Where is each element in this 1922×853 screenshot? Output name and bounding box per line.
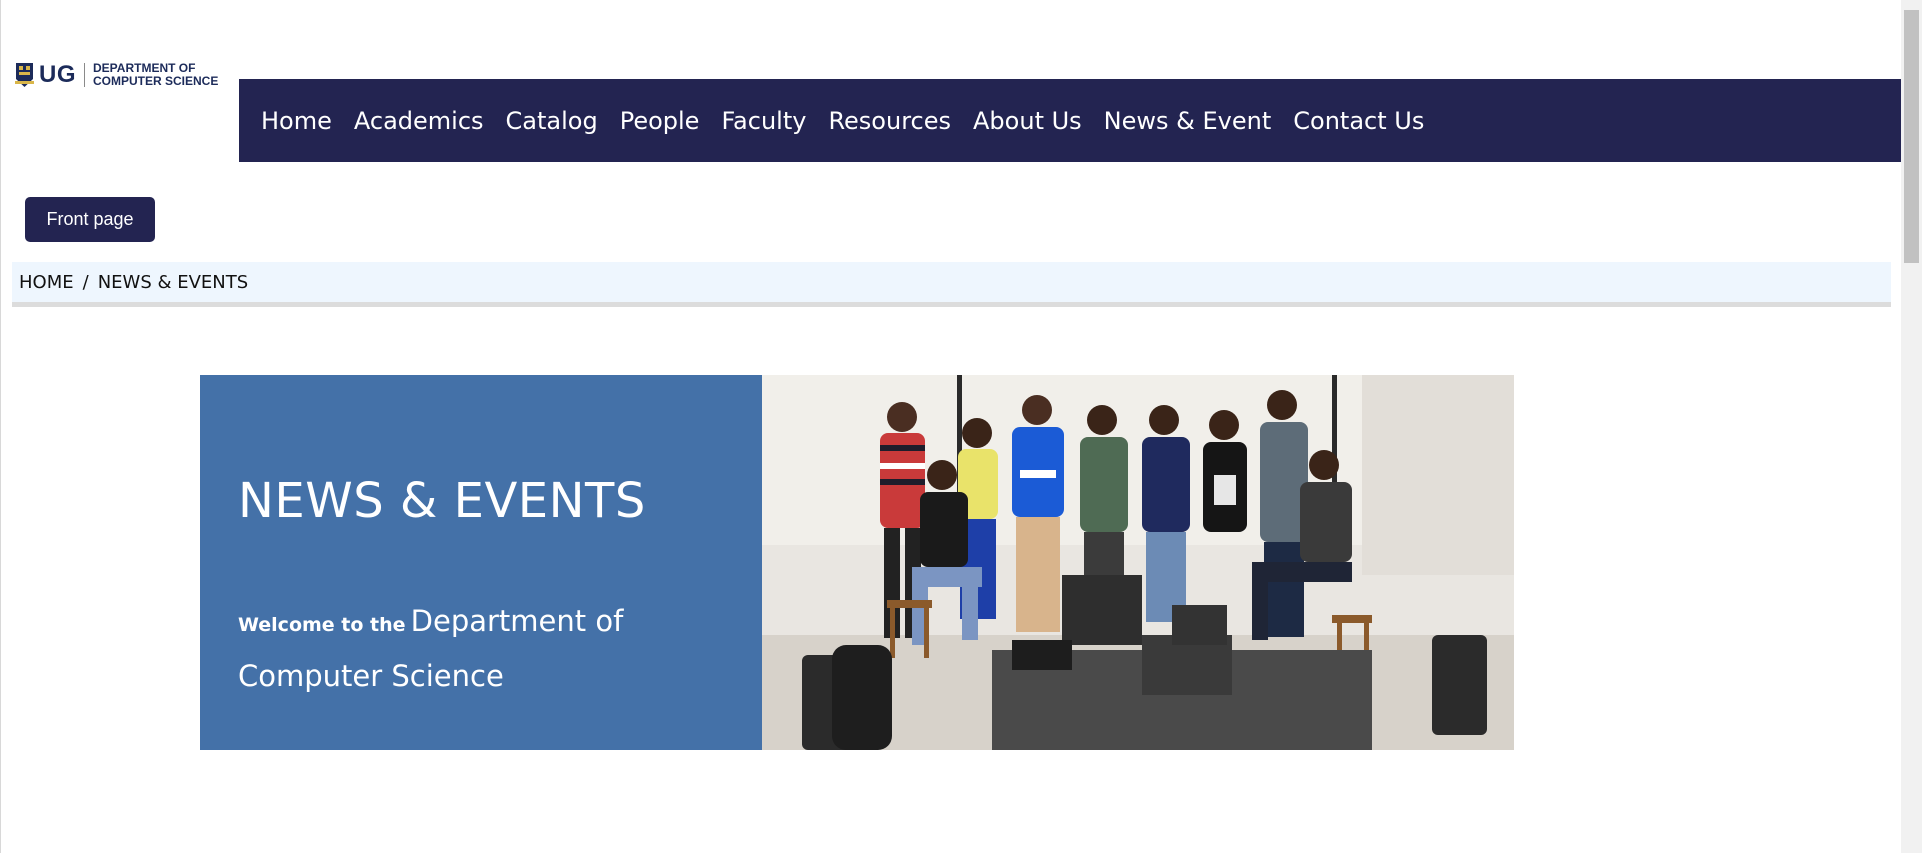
logo-department-name: DEPARTMENT OF COMPUTER SCIENCE xyxy=(93,62,218,88)
breadcrumb-current: NEWS & EVENTS xyxy=(97,271,249,293)
page: UG DEPARTMENT OF COMPUTER SCIENCE Home A… xyxy=(0,0,1922,853)
main-navigation: Home Academics Catalog People Faculty Re… xyxy=(239,79,1901,162)
hero-welcome-prefix: Welcome to the xyxy=(238,614,406,636)
vertical-scrollbar[interactable] xyxy=(1901,0,1922,853)
front-page-button[interactable]: Front page xyxy=(25,197,155,242)
nav-item-faculty[interactable]: Faculty xyxy=(721,107,806,135)
hero-banner: NEWS & EVENTS Welcome to the Department … xyxy=(200,375,1514,750)
university-crest-icon xyxy=(15,63,34,87)
nav-item-academics[interactable]: Academics xyxy=(354,107,484,135)
hero-title: NEWS & EVENTS xyxy=(238,473,646,529)
hero-subtitle: Welcome to the Department of Computer Sc… xyxy=(238,596,638,706)
hero-group-photo xyxy=(762,375,1514,750)
nav-item-catalog[interactable]: Catalog xyxy=(506,107,598,135)
logo-divider xyxy=(84,63,85,87)
nav-item-resources[interactable]: Resources xyxy=(828,107,951,135)
nav-item-people[interactable]: People xyxy=(620,107,700,135)
nav-item-about-us[interactable]: About Us xyxy=(973,107,1082,135)
breadcrumb-home-link[interactable]: HOME xyxy=(19,272,74,293)
hero-text-panel: NEWS & EVENTS Welcome to the Department … xyxy=(200,375,762,750)
nav-item-news-event[interactable]: News & Event xyxy=(1104,107,1272,135)
nav-item-home[interactable]: Home xyxy=(261,107,332,135)
breadcrumb: HOME / NEWS & EVENTS xyxy=(12,262,1891,307)
logo-line-2: COMPUTER SCIENCE xyxy=(93,74,219,88)
breadcrumb-separator: / xyxy=(82,271,89,293)
scrollbar-thumb[interactable] xyxy=(1904,10,1919,263)
site-logo[interactable]: UG DEPARTMENT OF COMPUTER SCIENCE xyxy=(15,62,218,88)
group-photo-image xyxy=(762,375,1514,750)
nav-item-contact-us[interactable]: Contact Us xyxy=(1293,107,1424,135)
logo-abbreviation: UG xyxy=(39,61,76,88)
